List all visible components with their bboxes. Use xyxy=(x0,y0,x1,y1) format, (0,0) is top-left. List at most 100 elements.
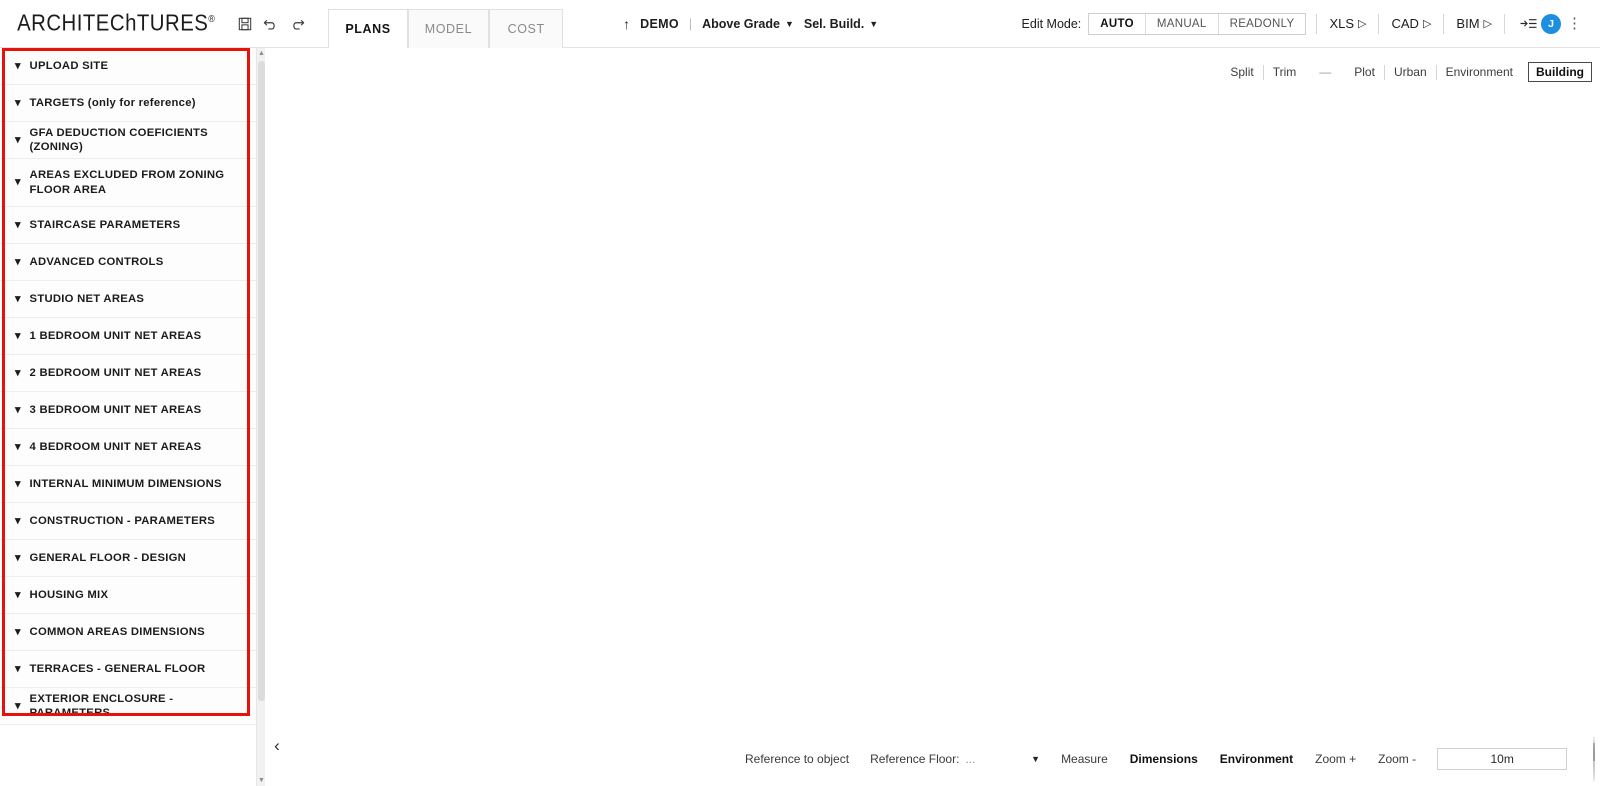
scale-input[interactable] xyxy=(1437,748,1568,770)
sidebar-item-2-bedroom-unit-net-areas[interactable]: ▾ 2 BEDROOM UNIT NET AREAS xyxy=(0,355,256,392)
chevron-down-icon: ▾ xyxy=(15,218,21,231)
export-xls-button[interactable]: XLS ▷ xyxy=(1327,14,1368,33)
sidebar-item-label: 2 BEDROOM UNIT NET AREAS xyxy=(29,366,202,379)
sidebar-item-studio-net-areas[interactable]: ▾ STUDIO NET AREAS xyxy=(0,281,256,318)
measure-button[interactable]: Measure xyxy=(1050,752,1119,766)
avatar[interactable]: J xyxy=(1541,13,1561,34)
project-separator: | xyxy=(688,16,693,31)
sidebar-item-housing-mix[interactable]: ▾ HOUSING MIX xyxy=(0,577,256,614)
chevron-down-icon: ▾ xyxy=(15,662,21,675)
undo-icon[interactable] xyxy=(258,9,284,39)
view-mode-toolbar: Split Trim — Plot Urban Environment Buil… xyxy=(1221,62,1592,82)
parameter-panel-list: ▾ UPLOAD SITE ▾ TARGETS (only for refere… xyxy=(0,48,256,725)
zoom-out-button[interactable]: Zoom - xyxy=(1367,752,1427,766)
left-sidebar: ▾ UPLOAD SITE ▾ TARGETS (only for refere… xyxy=(0,48,256,786)
environment-button[interactable]: Environment xyxy=(1209,752,1304,766)
sidebar-collapse-button[interactable]: ‹ xyxy=(266,732,288,760)
sidebar-item-label: CONSTRUCTION - PARAMETERS xyxy=(29,514,216,527)
grade-selector-label: Above Grade xyxy=(702,16,780,31)
sidebar-item-3-bedroom-unit-net-areas[interactable]: ▾ 3 BEDROOM UNIT NET AREAS xyxy=(0,392,256,429)
sidebar-item-exterior-enclosure-parameters[interactable]: ▾ EXTERIOR ENCLOSURE - PARAMETERS xyxy=(0,688,256,725)
sidebar-item-label: AREAS EXCLUDED FROM ZONING FLOOR AREA xyxy=(29,169,225,196)
edit-mode-label: Edit Mode: xyxy=(1021,16,1082,31)
grade-selector[interactable]: Above Grade ▼ xyxy=(702,17,794,31)
sidebar-item-1-bedroom-unit-net-areas[interactable]: ▾ 1 BEDROOM UNIT NET AREAS xyxy=(0,318,256,355)
edit-mode-readonly[interactable]: READONLY xyxy=(1218,13,1306,34)
sidebar-item-label: UPLOAD SITE xyxy=(29,59,109,72)
bottom-toolbar: Reference to object Reference Floor: ...… xyxy=(266,732,1600,786)
project-controls: ↑ DEMO | Above Grade ▼ Sel. Build. ▼ xyxy=(623,0,878,47)
sidebar-item-upload-site[interactable]: ▾ UPLOAD SITE xyxy=(0,48,256,85)
zoom-in-button[interactable]: Zoom + xyxy=(1304,752,1367,766)
sidebar-item-label: TERRACES - GENERAL FLOOR xyxy=(29,662,206,675)
sidebar-item-label: GENERAL FLOOR - DESIGN xyxy=(29,551,187,564)
view-split-button[interactable]: Split xyxy=(1221,63,1262,81)
scroll-down-icon[interactable]: ▼ xyxy=(257,775,266,786)
divider xyxy=(1504,13,1505,34)
compass-icon[interactable] xyxy=(1593,736,1596,782)
building-selector-label: Sel. Build. xyxy=(803,16,865,31)
reference-floor-select[interactable]: Reference Floor: ... ▼ xyxy=(860,752,1050,766)
chevron-down-icon: ▼ xyxy=(1031,754,1041,764)
sidebar-scrollbar[interactable]: ▲ ▼ xyxy=(256,48,265,786)
sidebar-item-staircase-parameters[interactable]: ▾ STAIRCASE PARAMETERS xyxy=(0,207,256,244)
sidebar-item-terraces-general-floor[interactable]: ▾ TERRACES - GENERAL FLOOR xyxy=(0,651,256,688)
tab-plans[interactable]: PLANS xyxy=(328,9,408,48)
tab-cost[interactable]: COST xyxy=(489,9,564,48)
upload-arrow-icon[interactable]: ↑ xyxy=(623,16,630,32)
reference-to-object-button[interactable]: Reference to object xyxy=(734,752,860,766)
view-urban-button[interactable]: Urban xyxy=(1385,63,1436,81)
sidebar-item-4-bedroom-unit-net-areas[interactable]: ▾ 4 BEDROOM UNIT NET AREAS xyxy=(0,429,256,466)
sidebar-item-label: STAIRCASE PARAMETERS xyxy=(29,218,181,231)
sidebar-item-construction-parameters[interactable]: ▾ CONSTRUCTION - PARAMETERS xyxy=(0,503,256,540)
redo-icon[interactable] xyxy=(284,9,310,39)
scroll-up-icon[interactable]: ▲ xyxy=(257,48,266,59)
sidebar-item-label: EXTERIOR ENCLOSURE - PARAMETERS xyxy=(29,692,174,719)
sidebar-item-advanced-controls[interactable]: ▾ ADVANCED CONTROLS xyxy=(0,244,256,281)
export-xls-label: XLS xyxy=(1329,16,1355,31)
chevron-down-icon: ▾ xyxy=(15,588,21,601)
edit-mode-manual[interactable]: MANUAL xyxy=(1145,13,1219,34)
collapse-panel-icon[interactable] xyxy=(1515,9,1541,39)
sidebar-item-general-floor-design[interactable]: ▾ GENERAL FLOOR - DESIGN xyxy=(0,540,256,577)
chevron-down-icon: ▾ xyxy=(15,255,21,268)
chevron-down-icon: ▾ xyxy=(15,440,21,453)
sidebar-item-targets[interactable]: ▾ TARGETS (only for reference) xyxy=(0,85,256,122)
view-dash-separator: — xyxy=(1319,65,1332,79)
sidebar-item-label: 3 BEDROOM UNIT NET AREAS xyxy=(29,403,202,416)
sidebar-scrollbar-thumb[interactable] xyxy=(258,61,265,701)
export-cad-button[interactable]: CAD ▷ xyxy=(1389,14,1433,33)
dimensions-button[interactable]: Dimensions xyxy=(1119,752,1209,766)
tab-model[interactable]: MODEL xyxy=(407,9,490,48)
sidebar-item-label: ADVANCED CONTROLS xyxy=(29,255,164,268)
view-trim-button[interactable]: Trim xyxy=(1264,63,1306,81)
chevron-down-icon: ▾ xyxy=(15,477,21,490)
view-building-button[interactable]: Building xyxy=(1528,62,1592,82)
logo-registered-mark: ® xyxy=(208,12,216,24)
view-plot-button[interactable]: Plot xyxy=(1345,63,1384,81)
sidebar-item-areas-excluded-from-zoning-floor-area[interactable]: ▾ AREAS EXCLUDED FROM ZONING FLOOR AREA xyxy=(0,159,256,207)
play-triangle-icon: ▷ xyxy=(1422,18,1432,30)
edit-mode-auto[interactable]: AUTO xyxy=(1089,13,1146,34)
play-triangle-icon: ▷ xyxy=(1483,18,1492,30)
divider xyxy=(1443,13,1445,34)
divider xyxy=(1378,13,1380,34)
plan-canvas[interactable]: Split Trim — Plot Urban Environment Buil… xyxy=(266,48,1600,786)
view-environment-button[interactable]: Environment xyxy=(1437,63,1522,81)
sidebar-item-gfa-deduction-coeficients[interactable]: ▾ GFA DEDUCTION COEFICIENTS (ZONING) xyxy=(0,122,256,159)
chevron-down-icon: ▾ xyxy=(15,59,21,72)
kebab-menu-icon[interactable]: ⋮ xyxy=(1561,16,1588,31)
tab-model-label: MODEL xyxy=(424,22,473,36)
export-bim-button[interactable]: BIM ▷ xyxy=(1454,14,1494,33)
export-bim-label: BIM xyxy=(1456,16,1480,31)
chevron-down-icon: ▾ xyxy=(15,625,21,638)
sidebar-item-internal-minimum-dimensions[interactable]: ▾ INTERNAL MINIMUM DIMENSIONS xyxy=(0,466,256,503)
app-root: ARCHITEChTURES® PLANS MODEL COST ↑ DEMO … xyxy=(0,0,1600,786)
building-selector[interactable]: Sel. Build. ▼ xyxy=(804,17,878,31)
sidebar-item-common-areas-dimensions[interactable]: ▾ COMMON AREAS DIMENSIONS xyxy=(0,614,256,651)
chevron-down-icon: ▼ xyxy=(869,18,879,29)
save-icon[interactable] xyxy=(232,9,258,39)
reference-floor-label: Reference Floor: xyxy=(870,752,960,766)
tab-cost-label: COST xyxy=(507,22,545,36)
sidebar-item-label: TARGETS (only for reference) xyxy=(29,96,196,109)
